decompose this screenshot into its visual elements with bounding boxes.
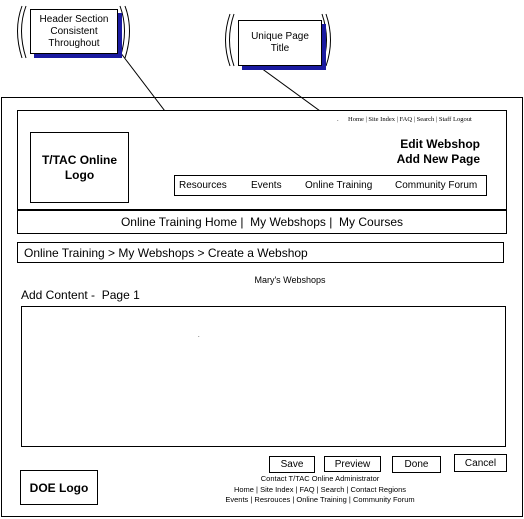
doe-logo: DOE Logo — [20, 470, 98, 505]
save-button[interactable]: Save — [269, 456, 315, 473]
footer-links-row-1[interactable]: Home | Site Index | FAQ | Search | Conta… — [190, 485, 450, 494]
subnav-links[interactable]: Online Training Home | My Webshops | My … — [121, 215, 403, 229]
preview-button[interactable]: Preview — [324, 456, 381, 472]
content-editor[interactable]: . — [21, 306, 506, 447]
editor-cursor-dot: . — [198, 333, 200, 339]
doe-logo-text: DOE Logo — [29, 480, 89, 495]
breadcrumb-text[interactable]: Online Training > My Webshops > Create a… — [24, 246, 308, 260]
footer-contact[interactable]: Contact T/TAC Online Administrator — [190, 474, 450, 483]
site-logo-text: T/TAC Online Logo — [41, 152, 118, 182]
page-title-callout: Unique Page Title — [238, 20, 322, 66]
site-logo: T/TAC Online Logo — [30, 132, 129, 203]
nav-events[interactable]: Events — [251, 180, 282, 191]
section-title: Mary's Webshops — [254, 275, 326, 285]
subnav-bar: Online Training Home | My Webshops | My … — [17, 210, 507, 234]
page-title-line-1: Edit Webshop — [400, 137, 480, 151]
utility-dot-icon: . — [337, 117, 339, 123]
footer-links: Contact T/TAC Online Administrator Home … — [190, 474, 450, 506]
nav-online-training[interactable]: Online Training — [305, 180, 372, 191]
content-label: Add Content - Page 1 — [21, 288, 140, 302]
page-title: Edit Webshop Add New Page — [397, 137, 480, 167]
header-section-callout: Header Section Consistent Throughout — [30, 9, 118, 54]
page-title-line-2: Add New Page — [396, 152, 480, 166]
utility-links[interactable]: Home | Site Index | FAQ | Search | Staff… — [348, 116, 472, 123]
breadcrumb: Online Training > My Webshops > Create a… — [17, 242, 504, 263]
main-nav: Resources Events Online Training Communi… — [174, 175, 487, 196]
cancel-button[interactable]: Cancel — [454, 454, 507, 472]
nav-resources[interactable]: Resources — [179, 180, 227, 191]
nav-community-forum[interactable]: Community Forum — [395, 180, 477, 191]
footer-links-row-2[interactable]: Events | Resrouces | Online Training | C… — [190, 495, 450, 504]
done-button[interactable]: Done — [392, 456, 441, 473]
